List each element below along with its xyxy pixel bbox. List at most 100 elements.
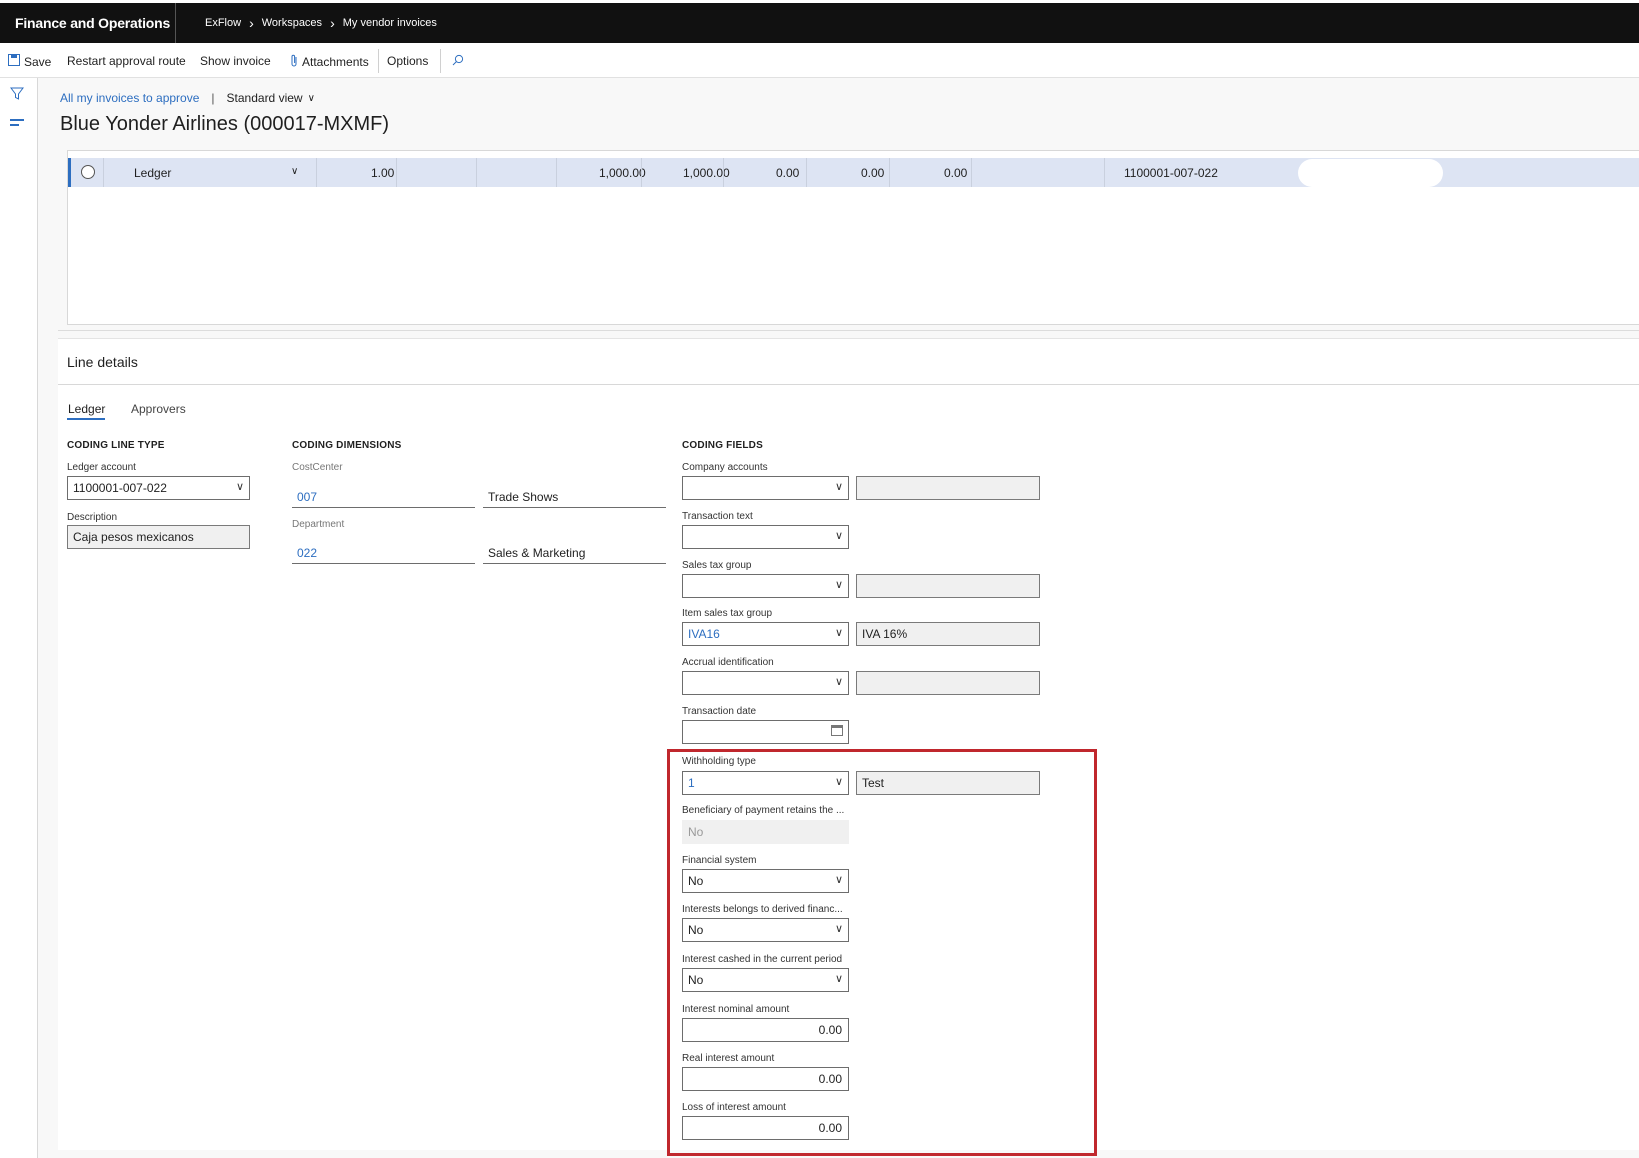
coding-fields-heading: CODING FIELDS [682, 440, 763, 451]
action-pane: Save Restart approval route Show invoice… [0, 43, 1639, 78]
column-divider [556, 158, 557, 187]
ledger-account-field[interactable]: 1100001-007-022 ∨ [67, 476, 250, 500]
loss-interest-field[interactable]: 0.00 [682, 1116, 849, 1140]
transaction-text-label: Transaction text [682, 511, 753, 522]
app-name[interactable]: Finance and Operations [15, 15, 170, 31]
chevron-down-icon[interactable]: ∨ [835, 529, 843, 542]
table-row[interactable]: Ledger ∨ 1.00 1,000.00 1,000.00 0.00 0.0… [68, 158, 1639, 187]
page-title: Blue Yonder Airlines (000017-MXMF) [60, 113, 390, 135]
topbar-divider [175, 3, 176, 43]
tab-approvers[interactable]: Approvers [131, 402, 186, 416]
filter-icon[interactable] [10, 87, 24, 104]
chevron-down-icon[interactable]: ∨ [835, 775, 843, 788]
attachments-button[interactable]: Attachments [290, 54, 369, 70]
interest-cashed-field[interactable]: No ∨ [682, 968, 849, 992]
withholding-type-label: Withholding type [682, 756, 756, 767]
row-type[interactable]: Ledger [134, 166, 171, 180]
real-interest-label: Real interest amount [682, 1053, 775, 1064]
chevron-down-icon[interactable]: ∨ [835, 922, 843, 935]
save-label: Save [24, 54, 52, 69]
row-value: 0.00 [776, 166, 800, 180]
financial-system-field[interactable]: No ∨ [682, 869, 849, 893]
accrual-identification-name [856, 671, 1040, 695]
show-invoice-button[interactable]: Show invoice [200, 54, 271, 68]
coding-dimensions-heading: CODING DIMENSIONS [292, 440, 402, 451]
chevron-down-icon[interactable]: ∨ [835, 873, 843, 886]
search-icon [452, 54, 464, 69]
column-divider [316, 158, 317, 187]
left-rail [0, 78, 38, 1158]
interest-nominal-field[interactable]: 0.00 [682, 1018, 849, 1042]
transaction-date-label: Transaction date [682, 706, 757, 717]
options-button[interactable]: Options [387, 54, 428, 68]
company-accounts-field[interactable]: ∨ [682, 476, 849, 500]
chevron-right-icon: › [330, 15, 335, 31]
column-divider [1104, 158, 1105, 187]
column-divider [103, 158, 104, 187]
chevron-down-icon[interactable]: ∨ [835, 626, 843, 639]
chevron-down-icon[interactable]: ∨ [835, 578, 843, 591]
breadcrumb-my-vendor-invoices[interactable]: My vendor invoices [343, 17, 437, 29]
withholding-type-name: Test [856, 771, 1040, 795]
filter-link[interactable]: All my invoices to approve [60, 91, 199, 105]
loss-interest-label: Loss of interest amount [682, 1102, 786, 1113]
line-details-title[interactable]: Line details [67, 354, 138, 370]
chevron-down-icon[interactable]: ∨ [835, 675, 843, 688]
department-label: Department [292, 519, 345, 530]
chevron-down-icon[interactable]: ∨ [291, 166, 298, 177]
transaction-text-field[interactable]: ∨ [682, 525, 849, 549]
transaction-date-field[interactable] [682, 720, 849, 744]
chevron-down-icon[interactable]: ∨ [835, 480, 843, 493]
accrual-identification-field[interactable]: ∨ [682, 671, 849, 695]
save-button[interactable]: Save [8, 54, 51, 69]
interests-derived-field[interactable]: No ∨ [682, 918, 849, 942]
company-accounts-name [856, 476, 1040, 500]
beneficiary-retains-label: Beneficiary of payment retains the ... [682, 805, 845, 816]
chevron-down-icon[interactable]: ∨ [308, 93, 315, 104]
restart-approval-route-button[interactable]: Restart approval route [67, 54, 186, 68]
breadcrumb: ExFlow › Workspaces › My vendor invoices [205, 15, 437, 31]
item-sales-tax-group-field[interactable]: IVA16 ∨ [682, 622, 849, 646]
tab-ledger[interactable]: Ledger [68, 402, 105, 416]
description-field[interactable]: Caja pesos mexicanos [67, 525, 250, 549]
breadcrumb-exflow[interactable]: ExFlow [205, 17, 241, 29]
view-name[interactable]: Standard view [227, 91, 303, 105]
paperclip-icon [290, 54, 298, 70]
real-interest-field[interactable]: 0.00 [682, 1067, 849, 1091]
department-field[interactable]: 022 [292, 538, 475, 564]
row-quantity: 1.00 [371, 166, 395, 180]
row-value: 0.00 [861, 166, 885, 180]
breadcrumb-workspaces[interactable]: Workspaces [262, 17, 322, 29]
item-sales-tax-group-name: IVA 16% [856, 622, 1040, 646]
interest-nominal-label: Interest nominal amount [682, 1004, 790, 1015]
divider [58, 330, 1639, 331]
chevron-down-icon[interactable]: ∨ [835, 972, 843, 985]
beneficiary-retains-field: No [682, 820, 849, 844]
calendar-icon[interactable] [831, 725, 843, 736]
financial-system-value: No [688, 874, 704, 888]
column-divider [971, 158, 972, 187]
coding-line-type-heading: CODING LINE TYPE [67, 440, 165, 451]
row-value: 0.00 [944, 166, 968, 180]
interest-cashed-label: Interest cashed in the current period [682, 954, 843, 965]
withholding-type-field[interactable]: 1 ∨ [682, 771, 849, 795]
column-divider [889, 158, 890, 187]
sales-tax-group-label: Sales tax group [682, 560, 752, 571]
row-select-radio[interactable] [81, 165, 95, 179]
cost-center-field[interactable]: 007 [292, 482, 475, 508]
interests-derived-label: Interests belongs to derived financ... [682, 904, 843, 915]
redacted-field [1298, 159, 1443, 187]
chevron-right-icon: › [249, 15, 254, 31]
interest-cashed-value: No [688, 973, 704, 987]
top-navigation-bar: Finance and Operations ExFlow › Workspac… [0, 3, 1639, 43]
chevron-down-icon[interactable]: ∨ [236, 480, 244, 493]
sales-tax-group-name [856, 574, 1040, 598]
list-icon[interactable] [10, 119, 24, 129]
sales-tax-group-field[interactable]: ∨ [682, 574, 849, 598]
column-divider [396, 158, 397, 187]
item-sales-tax-group-label: Item sales tax group [682, 608, 773, 619]
row-amount: 1,000.00 [599, 166, 646, 180]
search-button[interactable] [452, 54, 468, 69]
active-tab-indicator [67, 418, 105, 420]
divider [58, 384, 1639, 385]
